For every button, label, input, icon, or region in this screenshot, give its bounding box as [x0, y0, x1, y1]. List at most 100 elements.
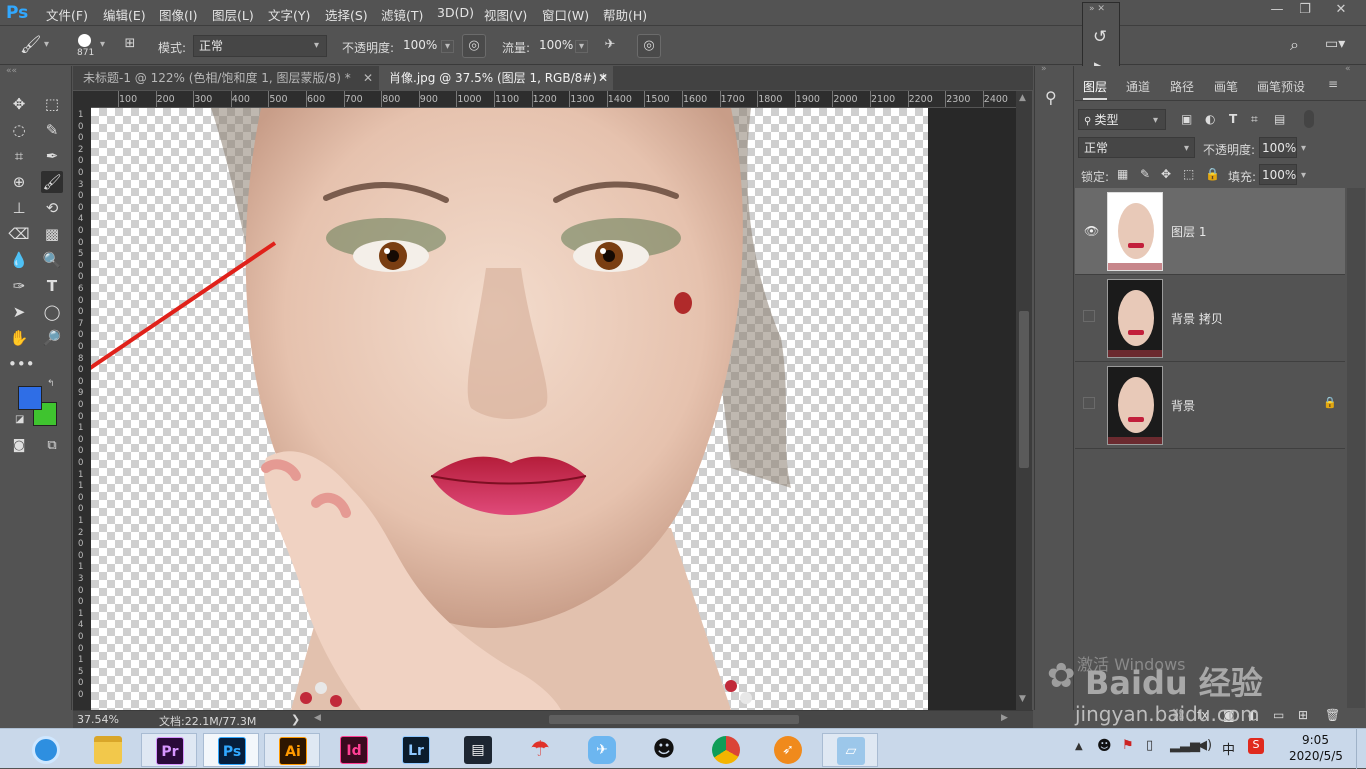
collapse-icon[interactable]: » ✕	[1089, 4, 1105, 14]
tab-untitled[interactable]: 未标题-1 @ 122% (色相/饱和度 1, 图层蒙版/8) * ✕	[73, 66, 379, 90]
layer-name[interactable]: 背景	[1171, 397, 1195, 414]
search-icon[interactable]: ⌕	[1290, 35, 1299, 55]
taskbar-umbrella-app[interactable]: ☂	[512, 733, 568, 767]
swap-colors-icon[interactable]: ↰	[47, 379, 55, 389]
dodge-tool-icon[interactable]: 🔍	[41, 249, 63, 271]
taskbar-chrome[interactable]	[698, 733, 754, 767]
lock-all-icon[interactable]: 🔒	[1205, 167, 1220, 181]
path-select-tool-icon[interactable]: ➤	[8, 301, 30, 323]
clock-time[interactable]: 9:05	[1302, 733, 1329, 747]
taskbar-bird-app[interactable]: ✈	[574, 733, 630, 767]
filter-pixel-icon[interactable]: ▣	[1181, 112, 1192, 126]
menu-window[interactable]: 窗口(W)	[542, 5, 589, 24]
brush-tool-icon-active[interactable]: 🖌	[41, 171, 63, 193]
hscroll-left-icon[interactable]: ◀	[314, 713, 321, 723]
move-tool-icon[interactable]: ✥	[8, 93, 30, 115]
tray-qq-icon[interactable]: ☻	[1097, 738, 1112, 754]
lasso-tool-icon[interactable]: ◌	[8, 119, 30, 141]
taskbar-lightroom[interactable]: Lr	[388, 733, 444, 767]
filter-shape-icon[interactable]: ⌗	[1251, 112, 1258, 127]
tab-layers[interactable]: 图层	[1083, 78, 1108, 100]
delete-layer-icon[interactable]: 🗑	[1325, 708, 1340, 722]
history-brush-tool-icon[interactable]: ⟲	[41, 197, 63, 219]
pressure-opacity-icon[interactable]: ◎	[462, 34, 486, 58]
menu-file[interactable]: 文件(F)	[46, 5, 88, 24]
expand-panels-icon[interactable]: »	[1041, 64, 1047, 74]
menu-type[interactable]: 文字(Y)	[268, 5, 310, 24]
gradient-tool-icon[interactable]: ▩	[41, 223, 63, 245]
layer-name[interactable]: 背景 拷贝	[1171, 310, 1223, 327]
menu-3d[interactable]: 3D(D)	[437, 5, 474, 20]
brush-picker-chevron-icon[interactable]: ▾	[100, 39, 105, 50]
menu-image[interactable]: 图像(I)	[159, 5, 197, 24]
app-logo[interactable]: Ps	[6, 3, 34, 23]
tab-brush-presets[interactable]: 画笔预设	[1257, 78, 1305, 95]
tab-brush[interactable]: 画笔	[1214, 78, 1238, 95]
menu-help[interactable]: 帮助(H)	[603, 5, 647, 24]
tab-channels[interactable]: 通道	[1126, 78, 1150, 95]
visibility-toggle[interactable]	[1083, 397, 1095, 409]
tab-close-icon[interactable]: ✕	[363, 66, 373, 90]
scroll-up-icon[interactable]: ▲	[1019, 93, 1026, 103]
close-button[interactable]: ✕	[1327, 2, 1355, 22]
eyedropper-tool-icon[interactable]: ✒	[41, 145, 63, 167]
filter-adjustment-icon[interactable]: ◐	[1205, 112, 1215, 126]
tab-portrait[interactable]: 肖像.jpg @ 37.5% (图层 1, RGB/8#) * ✕	[379, 66, 613, 90]
layer-row-layer1[interactable]: 👁 图层 1	[1075, 188, 1345, 275]
flow-chevron-icon[interactable]: ▾	[575, 40, 589, 53]
ellipse-tool-icon[interactable]: ◯	[41, 301, 63, 323]
taskbar-illustrator[interactable]: Ai	[264, 733, 320, 767]
foreground-color-swatch[interactable]	[18, 386, 42, 410]
quick-mask-icon[interactable]: ◙	[8, 435, 30, 457]
brush-preview-icon[interactable]	[78, 34, 91, 47]
crop-tool-icon[interactable]: ⌗	[8, 145, 30, 167]
taskbar-video[interactable]: ▤	[450, 733, 506, 767]
panel-menu-icon[interactable]: ≡	[1328, 77, 1338, 91]
panel-collapse-icon[interactable]: «	[1345, 64, 1351, 74]
zoom-level[interactable]: 37.54%	[77, 713, 119, 726]
taskbar-notebook[interactable]: ▱	[822, 733, 878, 767]
lock-pixels-icon[interactable]: ✎	[1140, 167, 1150, 181]
filter-type-icon[interactable]: T	[1229, 112, 1237, 126]
layer-row-background-copy[interactable]: 背景 拷贝	[1075, 275, 1345, 362]
brush-tool-icon[interactable]: 🖌	[20, 35, 42, 55]
tab-close-icon[interactable]: ✕	[598, 66, 608, 90]
tray-ime-indicator[interactable]: 中	[1222, 739, 1235, 758]
mode-select[interactable]: 正常	[193, 35, 327, 57]
properties-icon[interactable]: ⚲	[1045, 88, 1057, 107]
taskbar-photoshop[interactable]: Ps	[203, 733, 259, 767]
minimize-button[interactable]: —	[1263, 2, 1291, 22]
menu-view[interactable]: 视图(V)	[484, 5, 527, 24]
restore-button[interactable]: ❐	[1291, 2, 1319, 22]
new-group-icon[interactable]: ▭	[1273, 708, 1284, 722]
healing-tool-icon[interactable]: ⊕	[8, 171, 30, 193]
screen-mode-icon[interactable]: ⧉	[41, 435, 63, 457]
taskbar-qq[interactable]: ☻	[636, 733, 692, 767]
filter-smart-object-icon[interactable]: ▤	[1274, 112, 1285, 126]
eraser-tool-icon[interactable]: ⌫	[8, 223, 30, 245]
tray-expand-icon[interactable]: ▲	[1075, 741, 1083, 752]
hand-tool-icon[interactable]: ✋	[8, 327, 30, 349]
scroll-down-icon[interactable]: ▼	[1019, 694, 1026, 704]
tool-preset-chevron-icon[interactable]: ▾	[44, 39, 49, 50]
blend-mode-select[interactable]: 正常	[1078, 137, 1195, 158]
fill-chevron-icon[interactable]: ▾	[1301, 170, 1306, 181]
fill-field[interactable]: 100%	[1259, 164, 1297, 185]
more-tools-icon[interactable]: •••	[8, 353, 35, 375]
layer-name[interactable]: 图层 1	[1171, 223, 1206, 240]
brush-panel-toggle-icon[interactable]: ⊞	[118, 33, 142, 57]
hscroll-right-icon[interactable]: ▶	[1001, 713, 1008, 723]
layer-row-background[interactable]: 背景 🔒	[1075, 362, 1345, 449]
lock-artboard-icon[interactable]: ⬚	[1183, 167, 1194, 181]
opacity-field[interactable]: 100%	[398, 35, 438, 57]
pressure-size-icon[interactable]: ◎	[637, 34, 661, 58]
blur-tool-icon[interactable]: 💧	[8, 249, 30, 271]
tray-network-icon[interactable]: ▂▃▅	[1170, 738, 1200, 753]
scrollbar-thumb[interactable]	[1019, 311, 1029, 468]
lock-transparent-icon[interactable]: ▦	[1117, 167, 1128, 181]
taskbar-browser[interactable]	[18, 733, 74, 767]
zoom-tool-icon[interactable]: 🔎	[41, 327, 63, 349]
type-tool-icon[interactable]: T	[41, 275, 63, 297]
vertical-scrollbar[interactable]: ▲ ▼	[1016, 91, 1032, 710]
quick-select-tool-icon[interactable]: ✎	[41, 119, 63, 141]
